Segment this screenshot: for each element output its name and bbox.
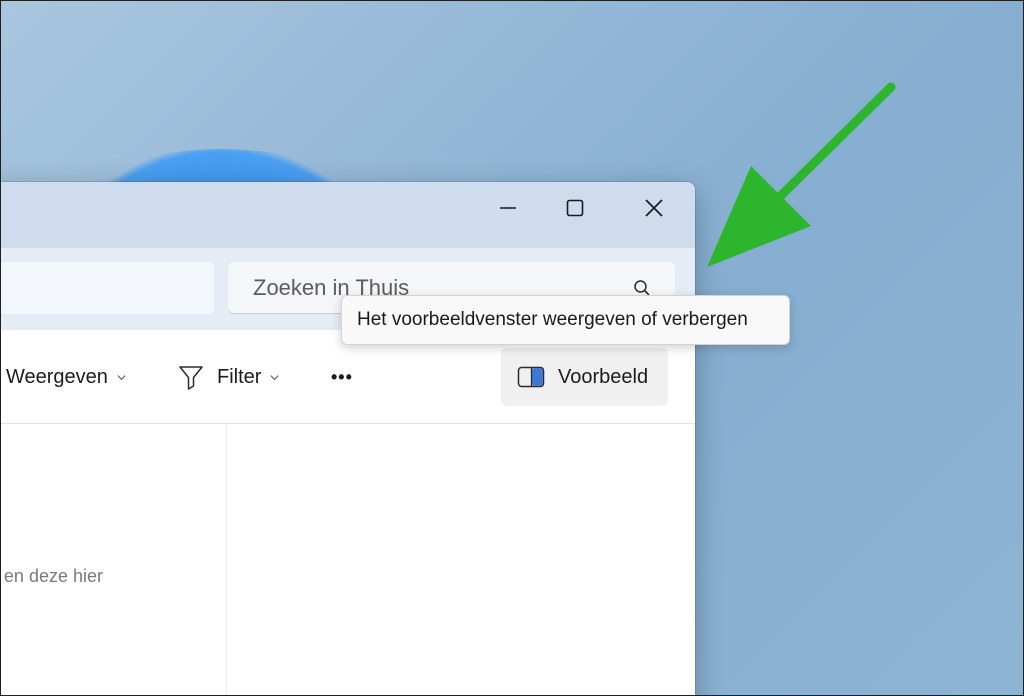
maximize-button[interactable]: [545, 190, 605, 226]
file-list-area: en deze hier: [1, 424, 695, 695]
preview-pane-button[interactable]: Voorbeeld: [501, 348, 668, 406]
filter-button[interactable]: Filter: [177, 361, 280, 393]
minimize-icon: [500, 207, 516, 209]
view-button[interactable]: Weergeven: [6, 361, 127, 393]
green-annotation-arrow: [707, 82, 896, 267]
filter-label: Filter: [217, 365, 262, 388]
preview-pane-icon: [517, 366, 545, 388]
preview-pane-tooltip: Het voorbeeldvenster weergeven of verber…: [341, 295, 790, 345]
chevron-down-icon: [117, 374, 126, 380]
view-label: Weergeven: [6, 365, 108, 388]
screenshot-frame: Zoeken in Thuis Weergeven Filter ••• Voo…: [0, 0, 1024, 696]
more-options-icon: •••: [331, 366, 353, 387]
close-icon: [645, 199, 663, 217]
empty-folder-text: en deze hier: [3, 566, 103, 586]
close-button[interactable]: [624, 190, 684, 226]
tooltip-text: Het voorbeeldvenster weergeven of verber…: [357, 309, 748, 330]
title-bar[interactable]: [1, 182, 695, 248]
pane-divider: [226, 424, 227, 695]
minimize-button[interactable]: [478, 190, 538, 226]
more-options-button[interactable]: •••: [331, 361, 353, 393]
path-box[interactable]: [1, 262, 214, 314]
file-explorer-window: Zoeken in Thuis Weergeven Filter ••• Voo…: [1, 182, 695, 695]
filter-icon: [179, 366, 203, 390]
preview-label: Voorbeeld: [558, 365, 649, 388]
maximize-icon: [566, 199, 584, 217]
chevron-down-icon: [270, 374, 280, 380]
